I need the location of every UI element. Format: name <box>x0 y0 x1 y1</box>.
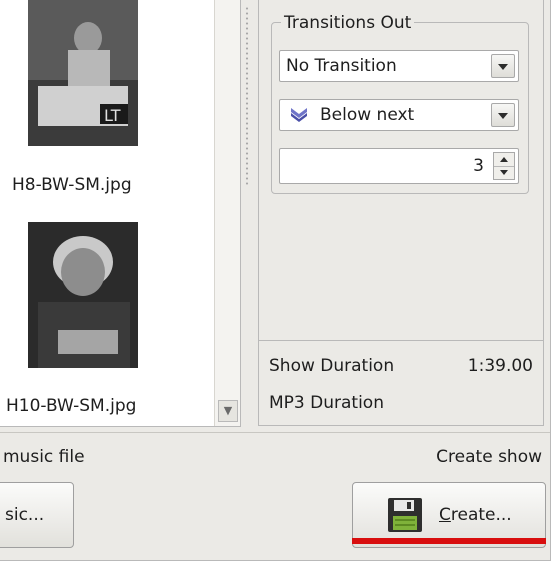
layer-order-select[interactable]: Below next <box>279 99 519 131</box>
highlight-underline <box>352 538 546 544</box>
thumbnail-caption: H8-BW-SM.jpg <box>12 175 132 195</box>
chevron-down-icon[interactable] <box>491 103 515 127</box>
divider <box>259 340 543 341</box>
transition-duration-spinner[interactable]: 3 <box>279 148 519 184</box>
thumbnail-image[interactable] <box>28 222 138 368</box>
music-button-label: sic... <box>5 505 45 525</box>
music-file-label: music file <box>3 447 85 467</box>
chevron-double-down-icon <box>291 108 307 122</box>
spinner-value: 3 <box>473 156 484 176</box>
svg-text:LT: LT <box>104 106 121 125</box>
window: LT H8-BW-SM.jpg H10-BW-SM.jpg ▼ Transiti… <box>0 0 551 561</box>
scroll-down-arrow-icon[interactable]: ▼ <box>218 400 238 422</box>
spinner-up-icon[interactable] <box>494 153 514 167</box>
create-button-label: Create... <box>439 505 512 525</box>
create-show-label: Create show <box>436 447 542 467</box>
transition-select-value: No Transition <box>286 56 397 76</box>
floppy-disk-icon <box>388 498 422 532</box>
thumbnail-list[interactable]: LT H8-BW-SM.jpg H10-BW-SM.jpg ▼ <box>0 0 241 427</box>
spinner-down-icon[interactable] <box>494 166 514 179</box>
transition-select[interactable]: No Transition <box>279 50 519 82</box>
properties-panel: Transitions Out No Transition Below next… <box>258 0 544 426</box>
chevron-down-icon[interactable] <box>491 54 515 78</box>
show-duration-label: Show Duration <box>269 356 395 376</box>
separator <box>0 432 550 433</box>
spinner-buttons <box>493 152 515 180</box>
transitions-out-title: Transitions Out <box>281 13 415 33</box>
thumbnail-scrollbar[interactable] <box>214 0 240 426</box>
thumbnail-image[interactable]: LT <box>28 0 138 146</box>
panel-splitter[interactable] <box>244 6 250 186</box>
choose-music-button[interactable]: sic... <box>0 482 74 548</box>
show-duration-value: 1:39.00 <box>467 356 533 376</box>
mp3-duration-label: MP3 Duration <box>269 393 384 413</box>
layer-order-value: Below next <box>320 105 415 125</box>
thumbnail-caption: H10-BW-SM.jpg <box>6 396 137 416</box>
